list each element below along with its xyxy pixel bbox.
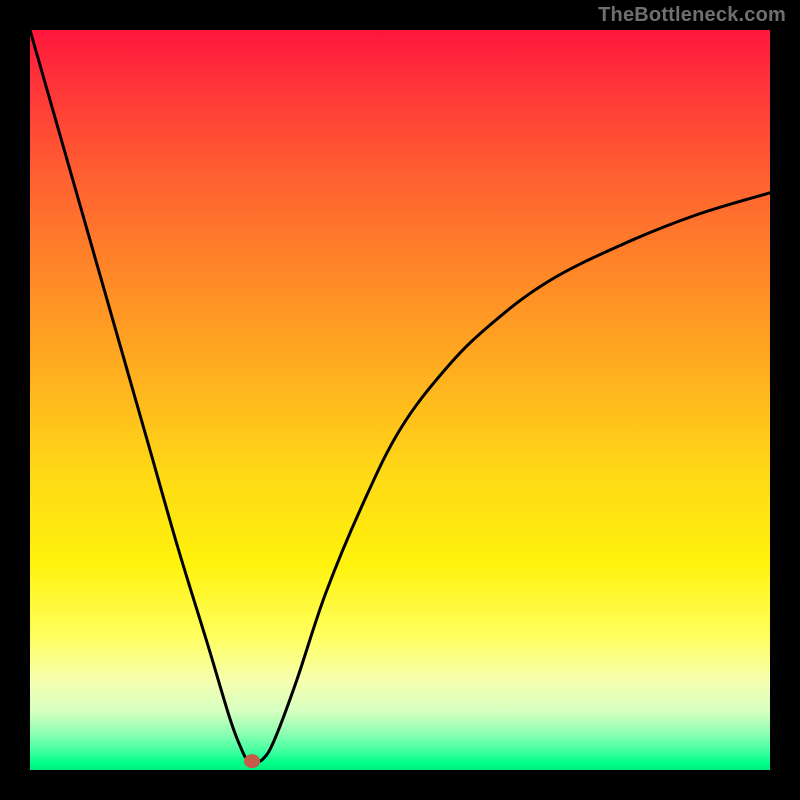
minimum-dot: [244, 754, 260, 768]
chart-frame: TheBottleneck.com: [0, 0, 800, 800]
curve-svg: [30, 30, 770, 770]
bottleneck-curve-path: [30, 30, 770, 762]
plot-area: [30, 30, 770, 770]
watermark-label: TheBottleneck.com: [598, 4, 786, 27]
